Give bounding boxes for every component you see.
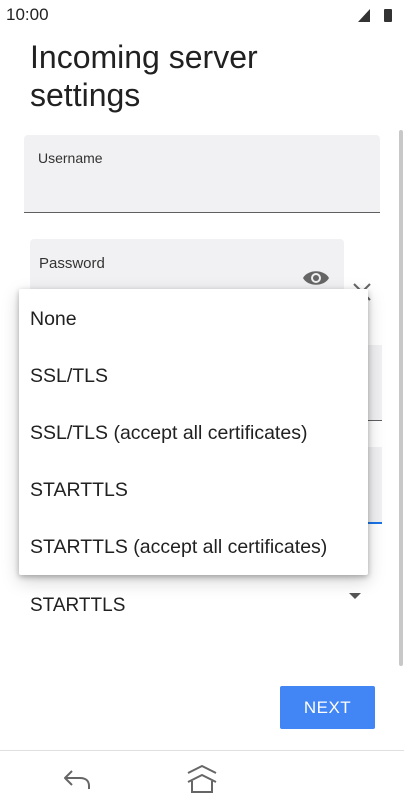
home-icon[interactable] [184, 763, 220, 795]
password-label: Password [39, 255, 105, 272]
menu-item-ssl-tls-accept-all[interactable]: SSL/TLS (accept all certificates) [19, 405, 368, 462]
username-label: Username [38, 150, 103, 166]
menu-item-starttls[interactable]: STARTTLS [19, 462, 368, 519]
status-icons [358, 9, 392, 22]
security-type-value: STARTTLS [30, 595, 126, 616]
nav-divider [0, 750, 404, 751]
battery-icon [384, 9, 392, 22]
menu-item-none[interactable]: None [19, 291, 368, 348]
menu-item-starttls-accept-all[interactable]: STARTTLS (accept all certificates) [19, 519, 368, 576]
status-time: 10:00 [6, 5, 49, 24]
security-type-select[interactable]: STARTTLS [18, 580, 380, 632]
back-icon[interactable] [62, 766, 92, 792]
dropdown-arrow-icon[interactable] [349, 592, 361, 600]
page-title: Incoming server settings [30, 39, 258, 113]
port-field[interactable] [368, 447, 382, 524]
status-bar: 10:00 [0, 0, 404, 30]
next-button[interactable]: NEXT [280, 686, 375, 729]
scrollbar[interactable] [399, 130, 403, 666]
signal-icon [358, 9, 370, 22]
menu-item-ssl-tls[interactable]: SSL/TLS [19, 348, 368, 405]
show-password-eye-icon[interactable] [301, 266, 331, 290]
username-field[interactable]: Username [24, 135, 380, 213]
server-field[interactable] [368, 345, 382, 421]
security-dropdown-menu: None SSL/TLS SSL/TLS (accept all certifi… [19, 289, 368, 575]
